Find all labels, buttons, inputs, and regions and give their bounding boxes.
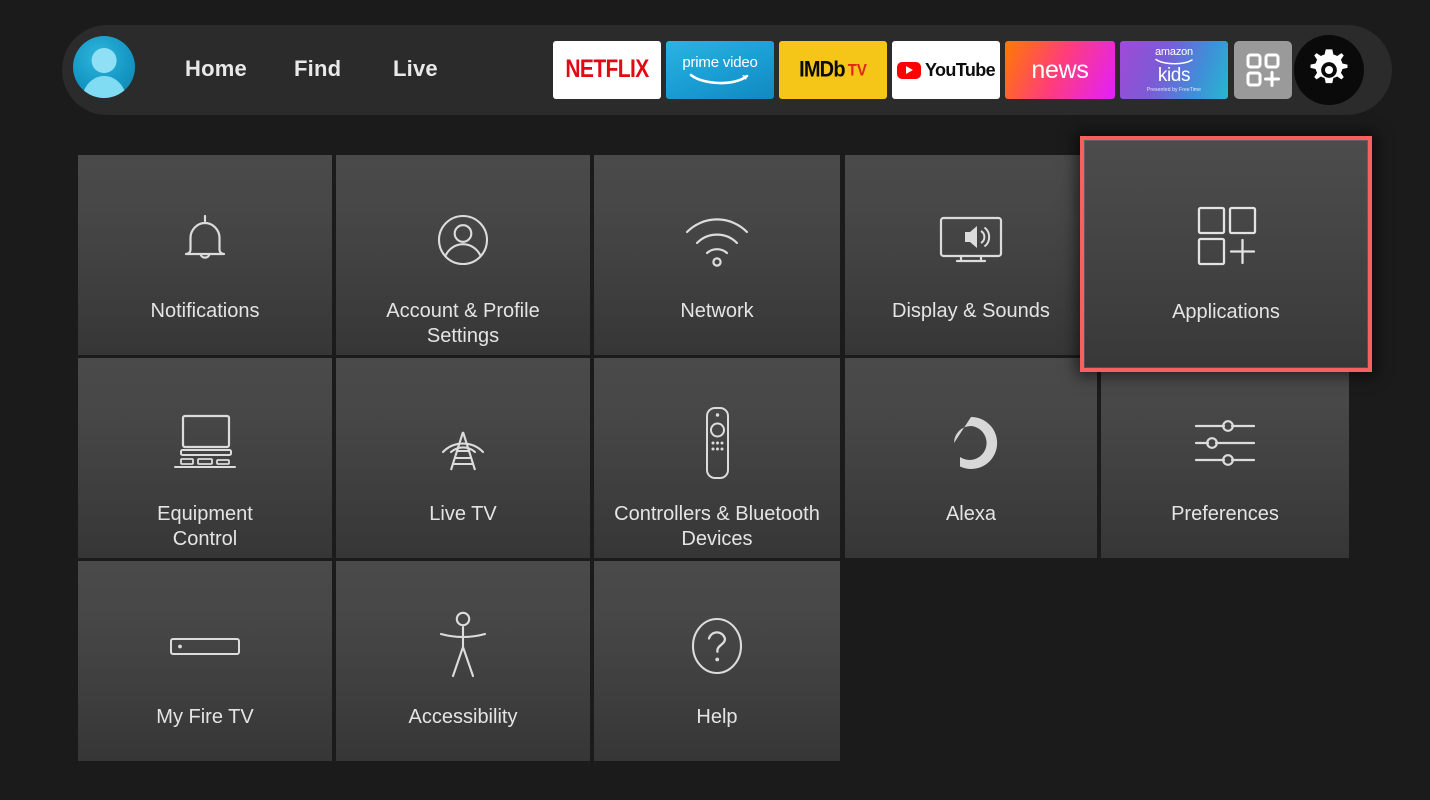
settings-tile-account-profile-settings[interactable]: Account & Profile Settings (336, 155, 590, 355)
settings-tile-my-fire-tv[interactable]: My Fire TV (78, 561, 332, 761)
settings-tile-label: Help (696, 706, 738, 728)
tv-speaker-icon (935, 195, 1007, 285)
settings-tile-label: Alexa (945, 503, 996, 525)
settings-tile-label: Accessibility (408, 706, 518, 728)
settings-tile-notifications[interactable]: Notifications (78, 155, 332, 355)
wifi-icon (681, 195, 753, 285)
settings-tile-applications[interactable]: Applications (1080, 136, 1372, 372)
bell-icon (172, 195, 238, 285)
remote-control-icon (698, 398, 736, 488)
settings-tile-label: Applications (1172, 301, 1280, 323)
settings-tile-label: Account & Profile Settings (386, 300, 540, 347)
settings-tile-accessibility[interactable]: Accessibility (336, 561, 590, 761)
settings-tile-label: Network (680, 300, 754, 322)
person-circle-icon (432, 195, 494, 285)
sliders-icon (1190, 398, 1260, 488)
settings-tile-preferences[interactable]: Preferences (1101, 358, 1349, 558)
settings-tile-display-sounds[interactable]: Display & Sounds (845, 155, 1097, 355)
settings-grid: Notifications Account & Profile Settings (0, 0, 1430, 800)
settings-tile-equipment-control[interactable]: Equipment Control (78, 358, 332, 558)
settings-tile-alexa[interactable]: Alexa (845, 358, 1097, 558)
tv-equipment-icon (167, 398, 243, 488)
settings-tile-label: Preferences (1171, 503, 1279, 525)
settings-tile-label: My Fire TV (156, 706, 254, 728)
settings-tile-label: Controllers & Bluetooth Devices (614, 503, 820, 550)
settings-tile-network[interactable]: Network (594, 155, 840, 355)
firestick-icon (167, 601, 243, 691)
apps-grid-icon (1191, 192, 1261, 282)
settings-tile-label: Live TV (429, 503, 497, 525)
settings-tile-label: Notifications (150, 300, 260, 322)
settings-tile-controllers-bluetooth-devices[interactable]: Controllers & Bluetooth Devices (594, 358, 840, 558)
settings-tile-label: Equipment Control (157, 503, 253, 550)
alexa-ring-icon (940, 398, 1002, 488)
question-circle-icon (687, 601, 747, 691)
settings-tile-label: Display & Sounds (892, 300, 1050, 322)
settings-tile-live-tv[interactable]: Live TV (336, 358, 590, 558)
accessibility-icon (436, 601, 490, 691)
antenna-tower-icon (429, 398, 497, 488)
fire-tv-settings-screen: Home Find Live NETFLIX prime video IMDb … (0, 0, 1430, 800)
settings-tile-help[interactable]: Help (594, 561, 840, 761)
